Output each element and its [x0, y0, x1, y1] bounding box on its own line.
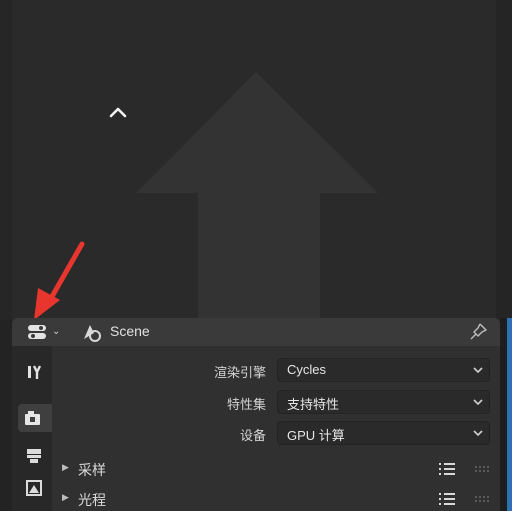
expand-triangle-icon: ▶ [62, 463, 69, 473]
scroll-accent [507, 318, 512, 511]
render-engine-value: Cycles [287, 362, 327, 377]
tab-view-layer[interactable] [20, 474, 48, 502]
chevron-down-icon: ⌄ [52, 326, 61, 337]
chevron-down-icon [473, 399, 483, 406]
render-camera-icon [25, 411, 40, 425]
drag-handle-icon[interactable] [474, 495, 490, 503]
tab-output[interactable] [20, 442, 48, 470]
panel-sampling-title: 采样 [78, 463, 106, 479]
device-label: 设备 [239, 429, 266, 444]
properties-header: ⌄ Scene [12, 318, 500, 346]
red-pointer-arrow [34, 241, 85, 320]
feature-set-select[interactable]: 支持特性 [277, 390, 490, 414]
tab-tool[interactable] [20, 358, 48, 386]
feature-set-value: 支持特性 [287, 397, 340, 412]
chevron-down-icon [473, 367, 483, 374]
expand-triangle-icon: ▶ [62, 493, 69, 503]
preset-list-icon[interactable] [438, 491, 456, 507]
feature-set-label: 特性集 [226, 398, 266, 413]
tool-icon [28, 365, 42, 379]
preset-list-icon[interactable] [438, 461, 456, 477]
properties-tab-bar [12, 346, 52, 511]
panel-light-paths[interactable]: ▶ 光程 [52, 486, 500, 511]
drag-handle-icon[interactable] [474, 465, 490, 473]
render-engine-select[interactable]: Cycles [277, 358, 490, 382]
panel-sampling[interactable]: ▶ 采样 [52, 456, 500, 484]
region-separator [500, 318, 512, 511]
render-engine-label: 渲染引擎 [213, 366, 266, 381]
pin-icon[interactable] [468, 322, 488, 342]
chevron-down-icon [473, 430, 483, 437]
chevron-up-icon[interactable] [106, 100, 130, 124]
output-printer-icon [27, 449, 41, 463]
view-layer-icon [26, 480, 42, 496]
panel-light-paths-title: 光程 [78, 493, 106, 509]
device-value: GPU 计算 [287, 428, 345, 443]
device-select[interactable]: GPU 计算 [277, 421, 490, 445]
editor-type-dropdown[interactable]: ⌄ [26, 321, 68, 343]
scene-icon [84, 325, 101, 342]
tab-render[interactable] [18, 404, 52, 432]
properties-editor-icon [28, 325, 46, 339]
properties-editor: ⌄ Scene 渲染引擎 Cycles 特性集 支持特性 设备 GPU 计算 ▶… [12, 318, 500, 511]
scene-title: Scene [110, 323, 150, 339]
